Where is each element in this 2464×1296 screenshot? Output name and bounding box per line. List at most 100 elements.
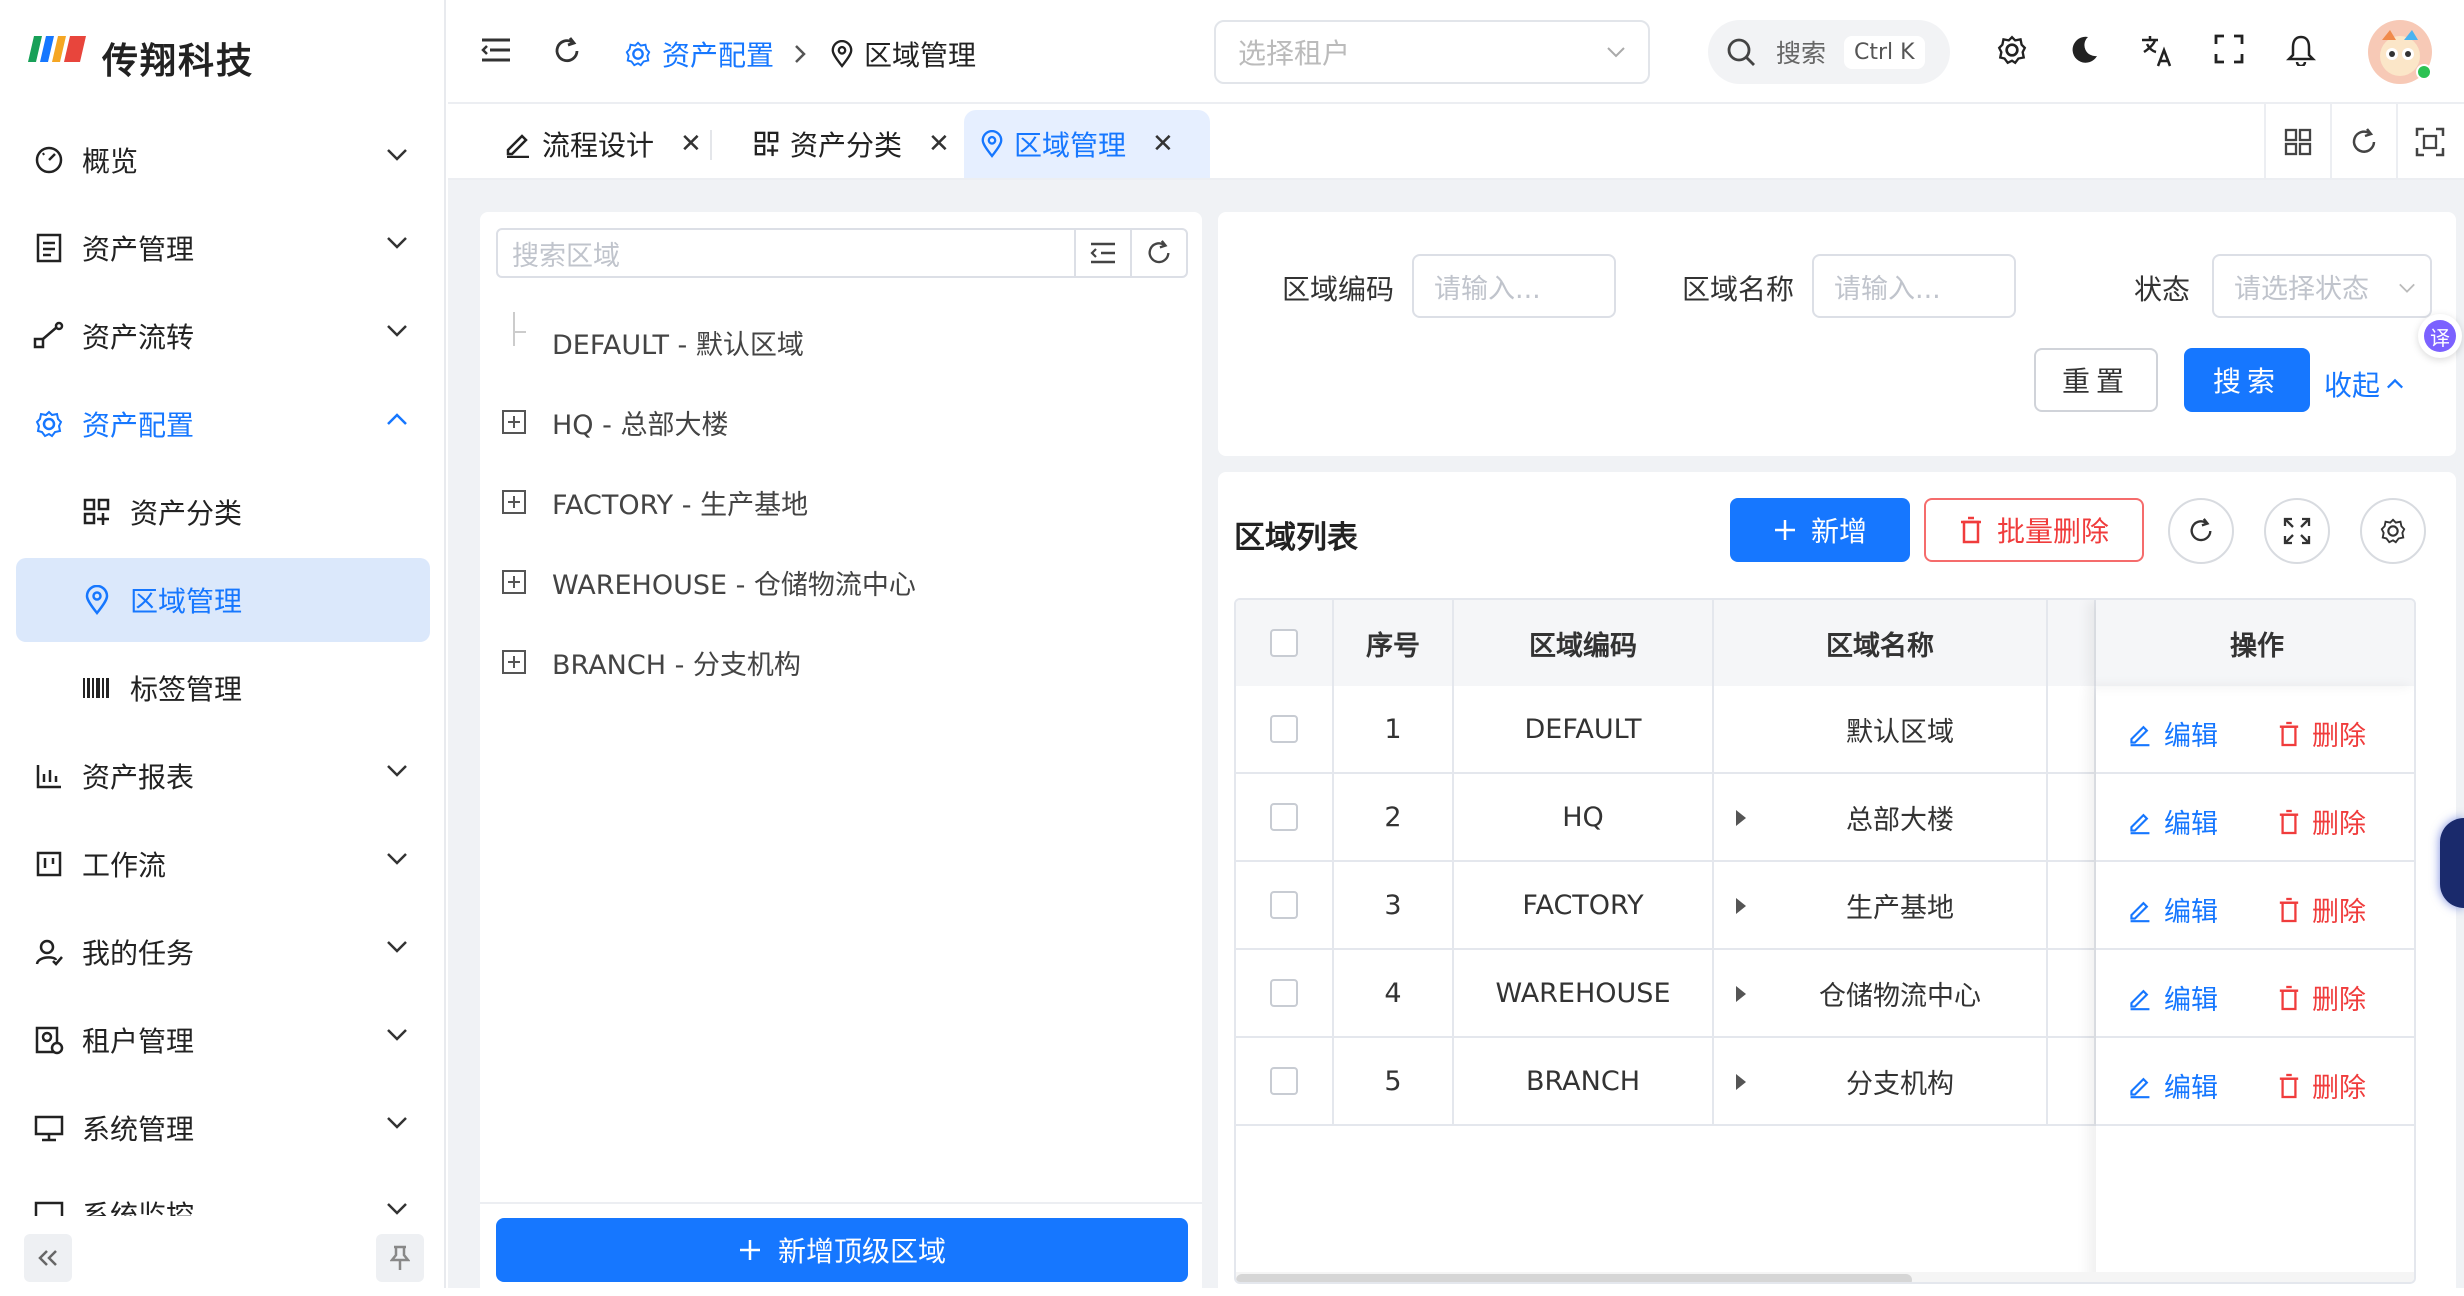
tree-refresh-button[interactable] bbox=[1130, 230, 1186, 276]
delete-button[interactable]: 删除 bbox=[2278, 714, 2366, 753]
tree-node[interactable]: DEFAULT - 默认区域 bbox=[480, 312, 1180, 372]
cell-index: 2 bbox=[1334, 774, 1454, 862]
fullscreen-icon[interactable] bbox=[2214, 34, 2244, 64]
chevron-up-icon bbox=[386, 412, 408, 426]
collapse-filter-link[interactable]: 收起 bbox=[2324, 364, 2404, 404]
sidebar-item-tag-management[interactable]: 标签管理 bbox=[16, 646, 430, 730]
row-checkbox[interactable] bbox=[1270, 891, 1298, 919]
menu-toggle-icon[interactable] bbox=[480, 36, 512, 64]
moon-icon[interactable] bbox=[2068, 34, 2100, 66]
global-search[interactable]: 搜索 Ctrl K bbox=[1708, 20, 1950, 84]
cell-code: BRANCH bbox=[1454, 1038, 1714, 1126]
sidebar-item-my-tasks[interactable]: 我的任务 bbox=[16, 910, 430, 994]
expand-plus-icon[interactable] bbox=[502, 410, 526, 434]
sidebar-item-asset-flow[interactable]: 资产流转 bbox=[16, 294, 430, 378]
edit-button[interactable]: 编辑 bbox=[2128, 978, 2218, 1017]
row-checkbox[interactable] bbox=[1270, 1067, 1298, 1095]
tree-expand-toggle-button[interactable] bbox=[1074, 230, 1130, 276]
close-icon[interactable]: ✕ bbox=[1152, 129, 1174, 159]
tree-node[interactable]: HQ - 总部大楼 bbox=[480, 392, 1180, 452]
cell-name: 默认区域 bbox=[1714, 686, 2048, 774]
row-checkbox[interactable] bbox=[1270, 979, 1298, 1007]
area-code-input[interactable]: 请输入... bbox=[1412, 254, 1616, 318]
tab-label: 区域管理 bbox=[1014, 129, 1127, 162]
translate-float-button[interactable]: 译 bbox=[2418, 314, 2462, 358]
expand-plus-icon[interactable] bbox=[502, 570, 526, 594]
status-select[interactable]: 请选择状态 bbox=[2212, 254, 2432, 318]
sidebar-item-label: 区域管理 bbox=[130, 585, 243, 618]
tab-asset-category[interactable]: 资产分类 ✕ bbox=[738, 110, 966, 178]
expand-row-caret-icon[interactable] bbox=[1734, 808, 1748, 828]
cell-code: WAREHOUSE bbox=[1454, 950, 1714, 1038]
row-checkbox-cell bbox=[1236, 1038, 1334, 1126]
settings-gear-icon[interactable] bbox=[1996, 34, 2028, 66]
delete-button[interactable]: 删除 bbox=[2278, 978, 2366, 1017]
area-name-input[interactable]: 请输入... bbox=[1812, 254, 2016, 318]
select-all-checkbox[interactable] bbox=[1270, 629, 1298, 657]
table-refresh-button[interactable] bbox=[2168, 498, 2234, 564]
edit-label: 编辑 bbox=[2164, 985, 2218, 1016]
tree-node[interactable]: WAREHOUSE - 仓储物流中心 bbox=[480, 552, 1180, 612]
table-settings-button[interactable] bbox=[2360, 498, 2426, 564]
edit-button[interactable]: 编辑 bbox=[2128, 1066, 2218, 1105]
tab-area-management[interactable]: 区域管理 ✕ bbox=[964, 110, 1210, 178]
ledger-icon bbox=[32, 231, 66, 265]
kanban-icon bbox=[32, 847, 66, 881]
sidebar: 传翔科技 概览 资产管理 资产流转 资产配置 资产分类 区域管理 标签管理 资产… bbox=[0, 0, 446, 1288]
row-checkbox[interactable] bbox=[1270, 803, 1298, 831]
add-area-button[interactable]: 新增 bbox=[1730, 498, 1910, 562]
delete-button[interactable]: 删除 bbox=[2278, 890, 2366, 929]
horizontal-scrollbar-thumb[interactable] bbox=[1236, 1274, 1912, 1282]
breadcrumb-item-asset-config[interactable]: 资产配置 bbox=[662, 34, 774, 74]
cell-name-text: 默认区域 bbox=[1846, 716, 1954, 748]
reset-button[interactable]: 重置 bbox=[2034, 348, 2158, 412]
tree-search-input[interactable]: 搜索区域 bbox=[496, 228, 1188, 278]
expand-plus-icon[interactable] bbox=[502, 650, 526, 674]
collapse-sidebar-button[interactable] bbox=[24, 1234, 72, 1282]
tenant-select[interactable]: 选择租户 bbox=[1214, 20, 1650, 84]
sidebar-item-asset-report[interactable]: 资产报表 bbox=[16, 734, 430, 818]
sidebar-item-asset-config[interactable]: 资产配置 bbox=[16, 382, 430, 466]
tab-grid-button[interactable] bbox=[2264, 104, 2330, 180]
sidebar-item-workflow[interactable]: 工作流 bbox=[16, 822, 430, 906]
row-checkbox[interactable] bbox=[1270, 715, 1298, 743]
close-icon[interactable]: ✕ bbox=[928, 129, 950, 159]
breadcrumb-item-area-management[interactable]: 区域管理 bbox=[864, 34, 976, 74]
edit-label: 编辑 bbox=[2164, 721, 2218, 752]
sidebar-item-tenant-management[interactable]: 租户管理 bbox=[16, 998, 430, 1082]
edit-button[interactable]: 编辑 bbox=[2128, 802, 2218, 841]
sidebar-item-asset-category[interactable]: 资产分类 bbox=[16, 470, 430, 554]
tree-node-label: FACTORY - 生产基地 bbox=[552, 489, 809, 521]
edit-button[interactable]: 编辑 bbox=[2128, 890, 2218, 929]
delete-button[interactable]: 删除 bbox=[2278, 1066, 2366, 1105]
floating-assistant-handle[interactable] bbox=[2440, 818, 2464, 908]
search-button[interactable]: 搜索 bbox=[2184, 348, 2310, 412]
batch-delete-button[interactable]: 批量删除 bbox=[1924, 498, 2144, 562]
tab-refresh-button[interactable] bbox=[2330, 104, 2396, 180]
close-icon[interactable]: ✕ bbox=[680, 129, 702, 159]
tab-process-design[interactable]: 流程设计 ✕ bbox=[488, 110, 718, 178]
delete-button[interactable]: 删除 bbox=[2278, 802, 2366, 841]
sidebar-item-system-monitor[interactable]: 系统监控 bbox=[16, 1172, 430, 1216]
horizontal-scrollbar-track[interactable] bbox=[1236, 1272, 2414, 1282]
tree-node[interactable]: FACTORY - 生产基地 bbox=[480, 472, 1180, 532]
bell-icon[interactable] bbox=[2286, 34, 2316, 66]
tab-fullscreen-button[interactable] bbox=[2396, 104, 2462, 180]
add-top-area-button[interactable]: 新增顶级区域 bbox=[496, 1218, 1188, 1282]
pin-sidebar-button[interactable] bbox=[376, 1234, 424, 1282]
sidebar-item-system-management[interactable]: 系统管理 bbox=[16, 1086, 430, 1170]
sidebar-item-overview[interactable]: 概览 bbox=[16, 118, 430, 202]
translate-icon[interactable] bbox=[2140, 34, 2174, 68]
refresh-icon[interactable] bbox=[552, 36, 582, 66]
expand-row-caret-icon[interactable] bbox=[1734, 984, 1748, 1004]
edit-button[interactable]: 编辑 bbox=[2128, 714, 2218, 753]
table-fullscreen-button[interactable] bbox=[2264, 498, 2330, 564]
gauge-icon bbox=[32, 143, 66, 177]
tree-node-label: WAREHOUSE - 仓储物流中心 bbox=[552, 569, 916, 601]
sidebar-item-area-management[interactable]: 区域管理 bbox=[16, 558, 430, 642]
tree-node[interactable]: BRANCH - 分支机构 bbox=[480, 632, 1180, 692]
expand-plus-icon[interactable] bbox=[502, 490, 526, 514]
expand-row-caret-icon[interactable] bbox=[1734, 896, 1748, 916]
sidebar-item-asset-management[interactable]: 资产管理 bbox=[16, 206, 430, 290]
expand-row-caret-icon[interactable] bbox=[1734, 1072, 1748, 1092]
